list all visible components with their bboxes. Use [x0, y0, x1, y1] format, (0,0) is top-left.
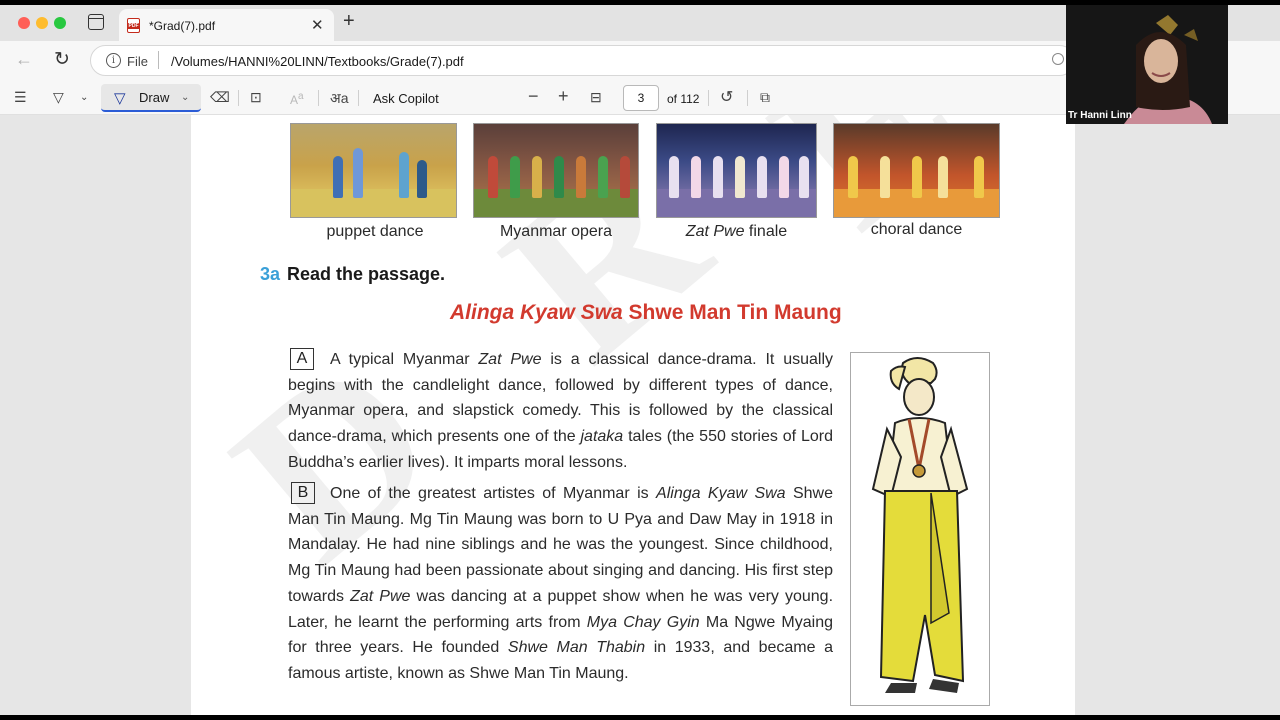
text-run-italic: Shwe Man Thabin [507, 639, 646, 657]
text-run-italic: jataka [580, 428, 624, 446]
textbox-icon[interactable]: ⊡ [250, 89, 262, 106]
toolbar-divider [238, 90, 239, 106]
tab-close-icon[interactable]: ✕ [311, 16, 324, 34]
url-divider [158, 51, 159, 69]
url-scheme-label: File [127, 54, 148, 69]
window-icon[interactable] [88, 14, 104, 30]
story-title: Alinga Kyaw Swa Shwe Man Tin Maung [450, 301, 842, 325]
zoom-lens-icon[interactable] [1052, 53, 1064, 65]
choral-dance-photo [833, 123, 1000, 218]
info-icon[interactable]: i [106, 53, 121, 68]
zoom-in-button[interactable]: + [558, 86, 569, 107]
story-title-rest: Shwe Man Tin Maung [622, 301, 842, 324]
zoom-out-button[interactable]: − [528, 86, 539, 107]
text-run-italic: Zat Pwe [350, 587, 411, 605]
maximize-window-button[interactable] [54, 17, 66, 29]
chevron-down-icon[interactable]: ⌄ [181, 92, 189, 103]
fit-page-icon[interactable]: ⊟ [590, 89, 602, 106]
draw-label: Draw [139, 90, 170, 105]
pdf-page[interactable]: D R E [191, 115, 1075, 715]
paragraph-b: One of the greatest artistes of Myanmar … [288, 481, 833, 687]
document-viewer[interactable]: D R E [0, 115, 1280, 715]
zat-pwe-finale-photo [656, 123, 817, 218]
chevron-down-icon[interactable]: ⌄ [80, 92, 88, 103]
text-run: A typical Myanmar [330, 351, 479, 368]
story-title-italic: Alinga Kyaw Swa [450, 301, 623, 324]
draw-button[interactable]: ▽ Draw ⌄ [101, 84, 201, 112]
puppet-dance-photo [290, 123, 457, 218]
tab-title: *Grad(7).pdf [149, 19, 216, 33]
ask-copilot-button[interactable]: Ask Copilot [373, 91, 439, 106]
address-bar[interactable]: i File /Volumes/HANNI%20LINN/Textbooks/G… [90, 45, 1075, 76]
new-tab-button[interactable]: + [343, 10, 355, 33]
myanmar-opera-photo [473, 123, 639, 218]
close-window-button[interactable] [18, 17, 30, 29]
refresh-icon[interactable]: ↻ [54, 48, 70, 71]
participant-name: Tr Hanni Linn [1068, 110, 1132, 121]
rotate-icon[interactable]: ↺ [720, 87, 733, 107]
back-arrow-icon[interactable]: ← [15, 49, 33, 70]
pdf-file-icon [127, 18, 140, 33]
text-run: One of the greatest artistes of Myanmar … [330, 485, 657, 502]
text-run-italic: Mya Chay Gyin [586, 613, 700, 631]
draw-pen-icon: ▽ [114, 90, 126, 107]
toolbar-divider [318, 90, 319, 106]
url-text[interactable]: /Volumes/HANNI%20LINN/Textbooks/Grade(7)… [171, 54, 464, 69]
section-title: Read the passage. [287, 264, 446, 284]
section-number: 3a [260, 264, 281, 284]
presenter-video [1066, 5, 1228, 124]
text-format-icon[interactable]: Aa [290, 91, 304, 107]
toolbar-divider [708, 90, 709, 106]
text-run-italic: Alinga Kyaw Swa [656, 485, 786, 502]
caption-italic: Zat Pwe [685, 223, 745, 240]
page-number-input[interactable]: 3 [623, 85, 659, 111]
man-figure-drawing [871, 357, 969, 693]
caption-rest: finale [744, 223, 788, 240]
portrait-illustration [850, 352, 990, 706]
read-aloud-icon[interactable]: अa [330, 89, 348, 108]
page-total: of 112 [667, 92, 700, 106]
toolbar-divider [358, 90, 359, 106]
text-run-italic: Zat Pwe [478, 351, 542, 368]
tab-pdf[interactable]: *Grad(7).pdf ✕ [119, 9, 334, 41]
photo-caption: Zat Pwe finale [656, 223, 817, 241]
photo-caption: choral dance [870, 221, 963, 238]
paragraph-a: A typical Myanmar Zat Pwe is a classical… [288, 347, 833, 476]
highlight-icon[interactable]: ▽ [53, 89, 64, 106]
photo-caption: Myanmar opera [499, 223, 613, 240]
webcam-overlay: Tr Hanni Linn [1066, 5, 1228, 124]
photo-caption: puppet dance [326, 223, 424, 240]
two-page-icon[interactable]: ⧉ [760, 89, 770, 106]
toolbar-divider [747, 90, 748, 106]
eraser-icon[interactable]: ⌫ [210, 89, 230, 106]
toc-icon[interactable]: ☰ [14, 89, 27, 106]
minimize-window-button[interactable] [36, 17, 48, 29]
